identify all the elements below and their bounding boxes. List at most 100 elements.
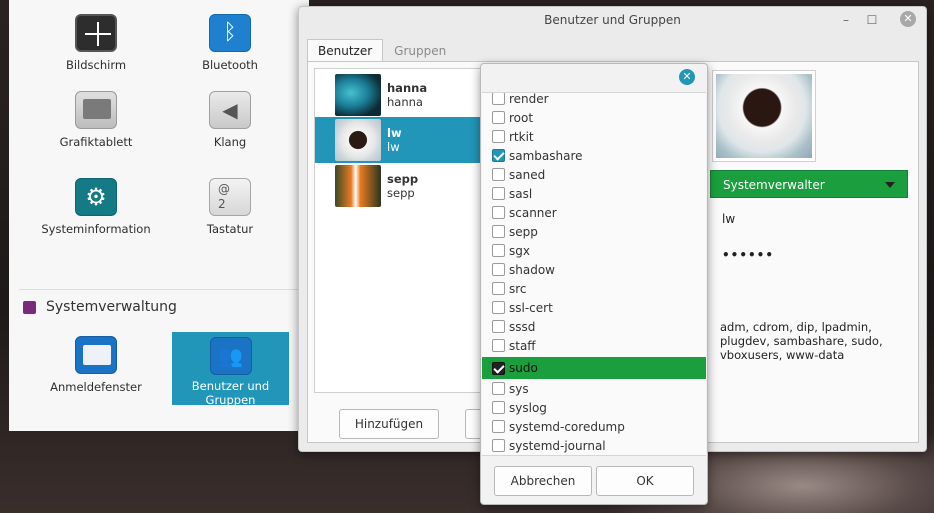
checkbox[interactable] <box>492 301 505 314</box>
group-name: sambashare <box>509 148 583 163</box>
group-name: ssl-cert <box>509 300 553 315</box>
checkbox[interactable] <box>492 401 505 414</box>
settings-hardware-section: Bildschirm ᛒ Bluetooth Grafiktablett ◀ K… <box>9 0 309 289</box>
group-row[interactable]: syslog <box>482 398 706 417</box>
checkbox[interactable] <box>492 282 505 295</box>
group-name: sys <box>509 381 529 396</box>
bluetooth-icon: ᛒ <box>209 14 251 52</box>
group-row[interactable]: sssd <box>482 317 706 336</box>
tile-label: Bluetooth <box>202 58 258 72</box>
groups-value[interactable]: adm, cdrom, dip, lpadmin, plugdev, samba… <box>720 320 910 362</box>
tablet-icon <box>75 91 117 129</box>
ok-button[interactable]: OK <box>596 466 694 496</box>
group-row[interactable]: sambashare <box>482 146 706 165</box>
tile-sound[interactable]: ◀ Klang <box>160 91 300 149</box>
tab-bar: Benutzer Gruppen <box>307 39 457 63</box>
group-name: root <box>509 110 534 125</box>
tile-display[interactable]: Bildschirm <box>26 14 166 72</box>
checkbox[interactable] <box>492 168 505 181</box>
group-name: scanner <box>509 205 557 220</box>
checkbox[interactable] <box>492 382 505 395</box>
close-icon[interactable]: ✕ <box>679 69 695 85</box>
user-avatar-picker[interactable] <box>712 70 816 162</box>
tile-label: Grafiktablett <box>59 135 133 149</box>
checkbox[interactable] <box>492 420 505 433</box>
checkbox[interactable] <box>492 339 505 352</box>
tile-label: Systeminformation <box>41 222 151 236</box>
tile-users-groups[interactable]: 👥 Benutzer und Gruppen <box>172 332 289 407</box>
account-type-dropdown[interactable]: Systemverwalter <box>710 170 908 198</box>
tile-label: Benutzer und Gruppen <box>191 379 270 407</box>
group-row[interactable]: systemd-coredump <box>482 417 706 436</box>
group-row[interactable]: staff <box>482 336 706 355</box>
group-name: syslog <box>509 400 547 415</box>
checkbox[interactable] <box>492 93 505 105</box>
group-row[interactable]: saned <box>482 165 706 184</box>
account-type-value: Systemverwalter <box>723 178 825 192</box>
checkbox-checked[interactable] <box>492 361 505 375</box>
checkbox[interactable] <box>492 439 505 452</box>
close-icon[interactable]: ✕ <box>900 11 916 27</box>
group-name: sudo <box>509 361 538 375</box>
user-name: hanna <box>387 81 428 95</box>
user-row-lw[interactable]: lw lw <box>315 117 493 163</box>
group-row[interactable]: shadow <box>482 260 706 279</box>
group-row[interactable]: ssl-cert <box>482 298 706 317</box>
group-name: staff <box>509 338 536 353</box>
group-row[interactable]: sepp <box>482 222 706 241</box>
display-icon <box>75 14 117 52</box>
group-name: systemd-coredump <box>509 419 625 434</box>
tile-keyboard[interactable]: @ 2 Tastatur <box>160 178 300 236</box>
user-name: lw <box>387 126 402 140</box>
group-row[interactable]: rtkit <box>482 127 706 146</box>
tile-login-window[interactable]: Anmeldefenster <box>26 336 166 394</box>
tile-label: Klang <box>213 135 247 149</box>
group-row[interactable]: render <box>482 92 706 108</box>
group-name: sgx <box>509 243 530 258</box>
add-user-button[interactable]: Hinzufügen <box>339 409 439 439</box>
maximize-button[interactable]: ☐ <box>864 12 880 28</box>
user-row-sepp[interactable]: sepp sepp <box>315 163 493 209</box>
coffee-cup-avatar <box>716 74 812 158</box>
password-value[interactable]: •••••• <box>722 248 774 262</box>
minimize-button[interactable]: – <box>838 12 854 28</box>
checkbox[interactable] <box>492 225 505 238</box>
tile-label: Anmeldefenster <box>50 380 142 394</box>
checkbox[interactable] <box>492 206 505 219</box>
checkbox[interactable] <box>492 130 505 143</box>
checkbox[interactable] <box>492 320 505 333</box>
cancel-button[interactable]: Abbrechen <box>494 466 592 496</box>
tab-groups[interactable]: Gruppen <box>383 39 457 63</box>
group-row[interactable]: src <box>482 279 706 298</box>
system-settings-window: Bildschirm ᛒ Bluetooth Grafiktablett ◀ K… <box>9 0 309 431</box>
group-row[interactable]: sgx <box>482 241 706 260</box>
group-selection-popup: ✕ render root rtkit sambashare saned sas… <box>480 63 708 505</box>
group-name: sepp <box>509 224 538 239</box>
checkbox[interactable] <box>492 263 505 276</box>
checkbox[interactable] <box>492 111 505 124</box>
group-row[interactable]: systemd-journal <box>482 436 706 455</box>
tab-users[interactable]: Benutzer <box>307 39 384 63</box>
group-row[interactable]: sasl <box>482 184 706 203</box>
group-name: render <box>509 92 549 106</box>
checkbox[interactable] <box>492 187 505 200</box>
clownfish-avatar <box>335 165 381 207</box>
tile-label: Bildschirm <box>65 58 127 72</box>
checkbox[interactable] <box>492 244 505 257</box>
checkbox-checked[interactable] <box>492 149 505 162</box>
group-row-selected[interactable]: sudo <box>482 357 706 379</box>
user-row-hanna[interactable]: hanna hanna <box>315 72 493 118</box>
group-name: sssd <box>509 319 536 334</box>
group-row[interactable]: scanner <box>482 203 706 222</box>
username-value[interactable]: lw <box>722 212 735 226</box>
group-row[interactable]: sys <box>482 379 706 398</box>
group-name: rtkit <box>509 129 534 144</box>
keyboard-icon: @ 2 <box>209 178 251 216</box>
tile-system-info[interactable]: ⚙ Systeminformation <box>26 178 166 236</box>
group-list: render root rtkit sambashare saned sasl … <box>482 92 706 456</box>
group-name: saned <box>509 167 546 182</box>
tile-bluetooth[interactable]: ᛒ Bluetooth <box>160 14 300 72</box>
group-row[interactable]: root <box>482 108 706 127</box>
tile-tablet[interactable]: Grafiktablett <box>26 91 166 149</box>
sound-icon: ◀ <box>209 91 251 129</box>
